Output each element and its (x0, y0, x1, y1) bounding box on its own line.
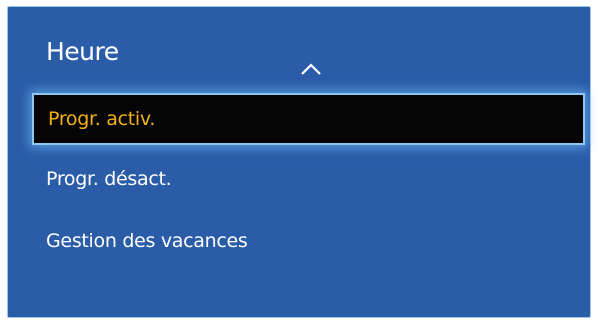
menu-item-label: Progr. activ. (48, 108, 156, 130)
menu-item-progr-desact[interactable]: Progr. désact. (32, 153, 585, 205)
menu-item-gestion-vacances[interactable]: Gestion des vacances (32, 215, 585, 267)
chevron-up-icon[interactable] (299, 59, 323, 79)
menu-item-label: Progr. désact. (46, 168, 172, 190)
menu-item-label: Gestion des vacances (46, 230, 248, 252)
time-menu-panel: Heure Progr. activ. Progr. désact. Gesti… (7, 6, 591, 318)
menu-item-progr-activ[interactable]: Progr. activ. (32, 93, 585, 145)
menu-title: Heure (46, 37, 119, 66)
